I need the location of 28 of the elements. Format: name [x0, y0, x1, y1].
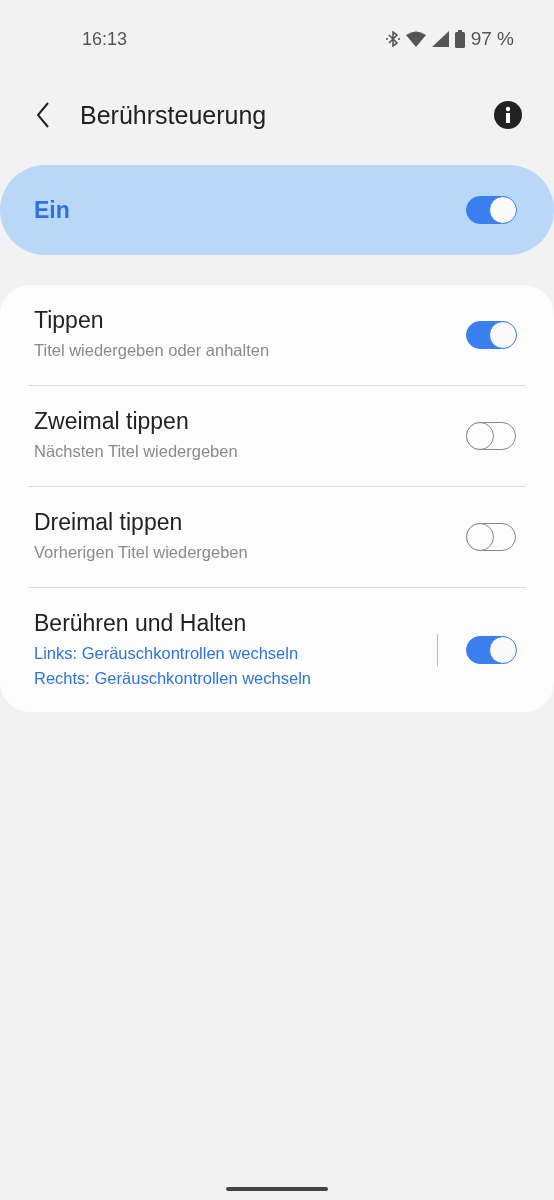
setting-summary: Vorherigen Titel wiedergeben — [34, 542, 249, 563]
bluetooth-icon — [385, 31, 400, 47]
toggle-switch[interactable] — [466, 196, 516, 224]
setting-row[interactable]: Dreimal tippen Vorherigen Titel wiedergeben — [28, 487, 526, 588]
back-button[interactable] — [36, 102, 50, 128]
info-button[interactable] — [494, 101, 522, 129]
status-time: 16:13 — [82, 28, 128, 50]
setting-title: Zweimal tippen — [34, 408, 190, 435]
back-icon — [36, 102, 50, 128]
setting-row[interactable]: Zweimal tippen Nächsten Titel wiedergeben — [28, 386, 526, 487]
page-title: Berührsteuerung — [80, 100, 268, 130]
setting-title: Berühren und Halten — [34, 609, 248, 637]
battery-level: 97 % — [470, 28, 514, 50]
setting-row[interactable]: Berühren und Halten Links: Geräuschkontrollen wechseln Rechts: Geräuschkontrollen wechseln — [28, 588, 526, 712]
toggle-switch[interactable] — [466, 321, 516, 349]
setting-row[interactable]: Tippen Titel wiedergeben oder anhalten — [28, 285, 526, 386]
wifi-icon — [405, 31, 426, 47]
info-icon — [494, 101, 522, 129]
setting-title: Tippen — [34, 307, 105, 334]
setting-summary: Links: Geräuschkontrollen wechseln — [34, 642, 300, 664]
setting-summary: Titel wiedergeben oder anhalten — [34, 340, 271, 361]
setting-summary: Rechts: Geräuschkontrollen wechseln — [34, 667, 312, 689]
setting-summary: Nächsten Titel wiedergeben — [34, 441, 239, 462]
setting-title: Dreimal tippen — [34, 509, 184, 536]
battery-icon — [454, 30, 465, 48]
master-label: Ein — [34, 196, 70, 224]
toggle-switch[interactable] — [466, 636, 516, 664]
signal-icon — [431, 31, 449, 47]
